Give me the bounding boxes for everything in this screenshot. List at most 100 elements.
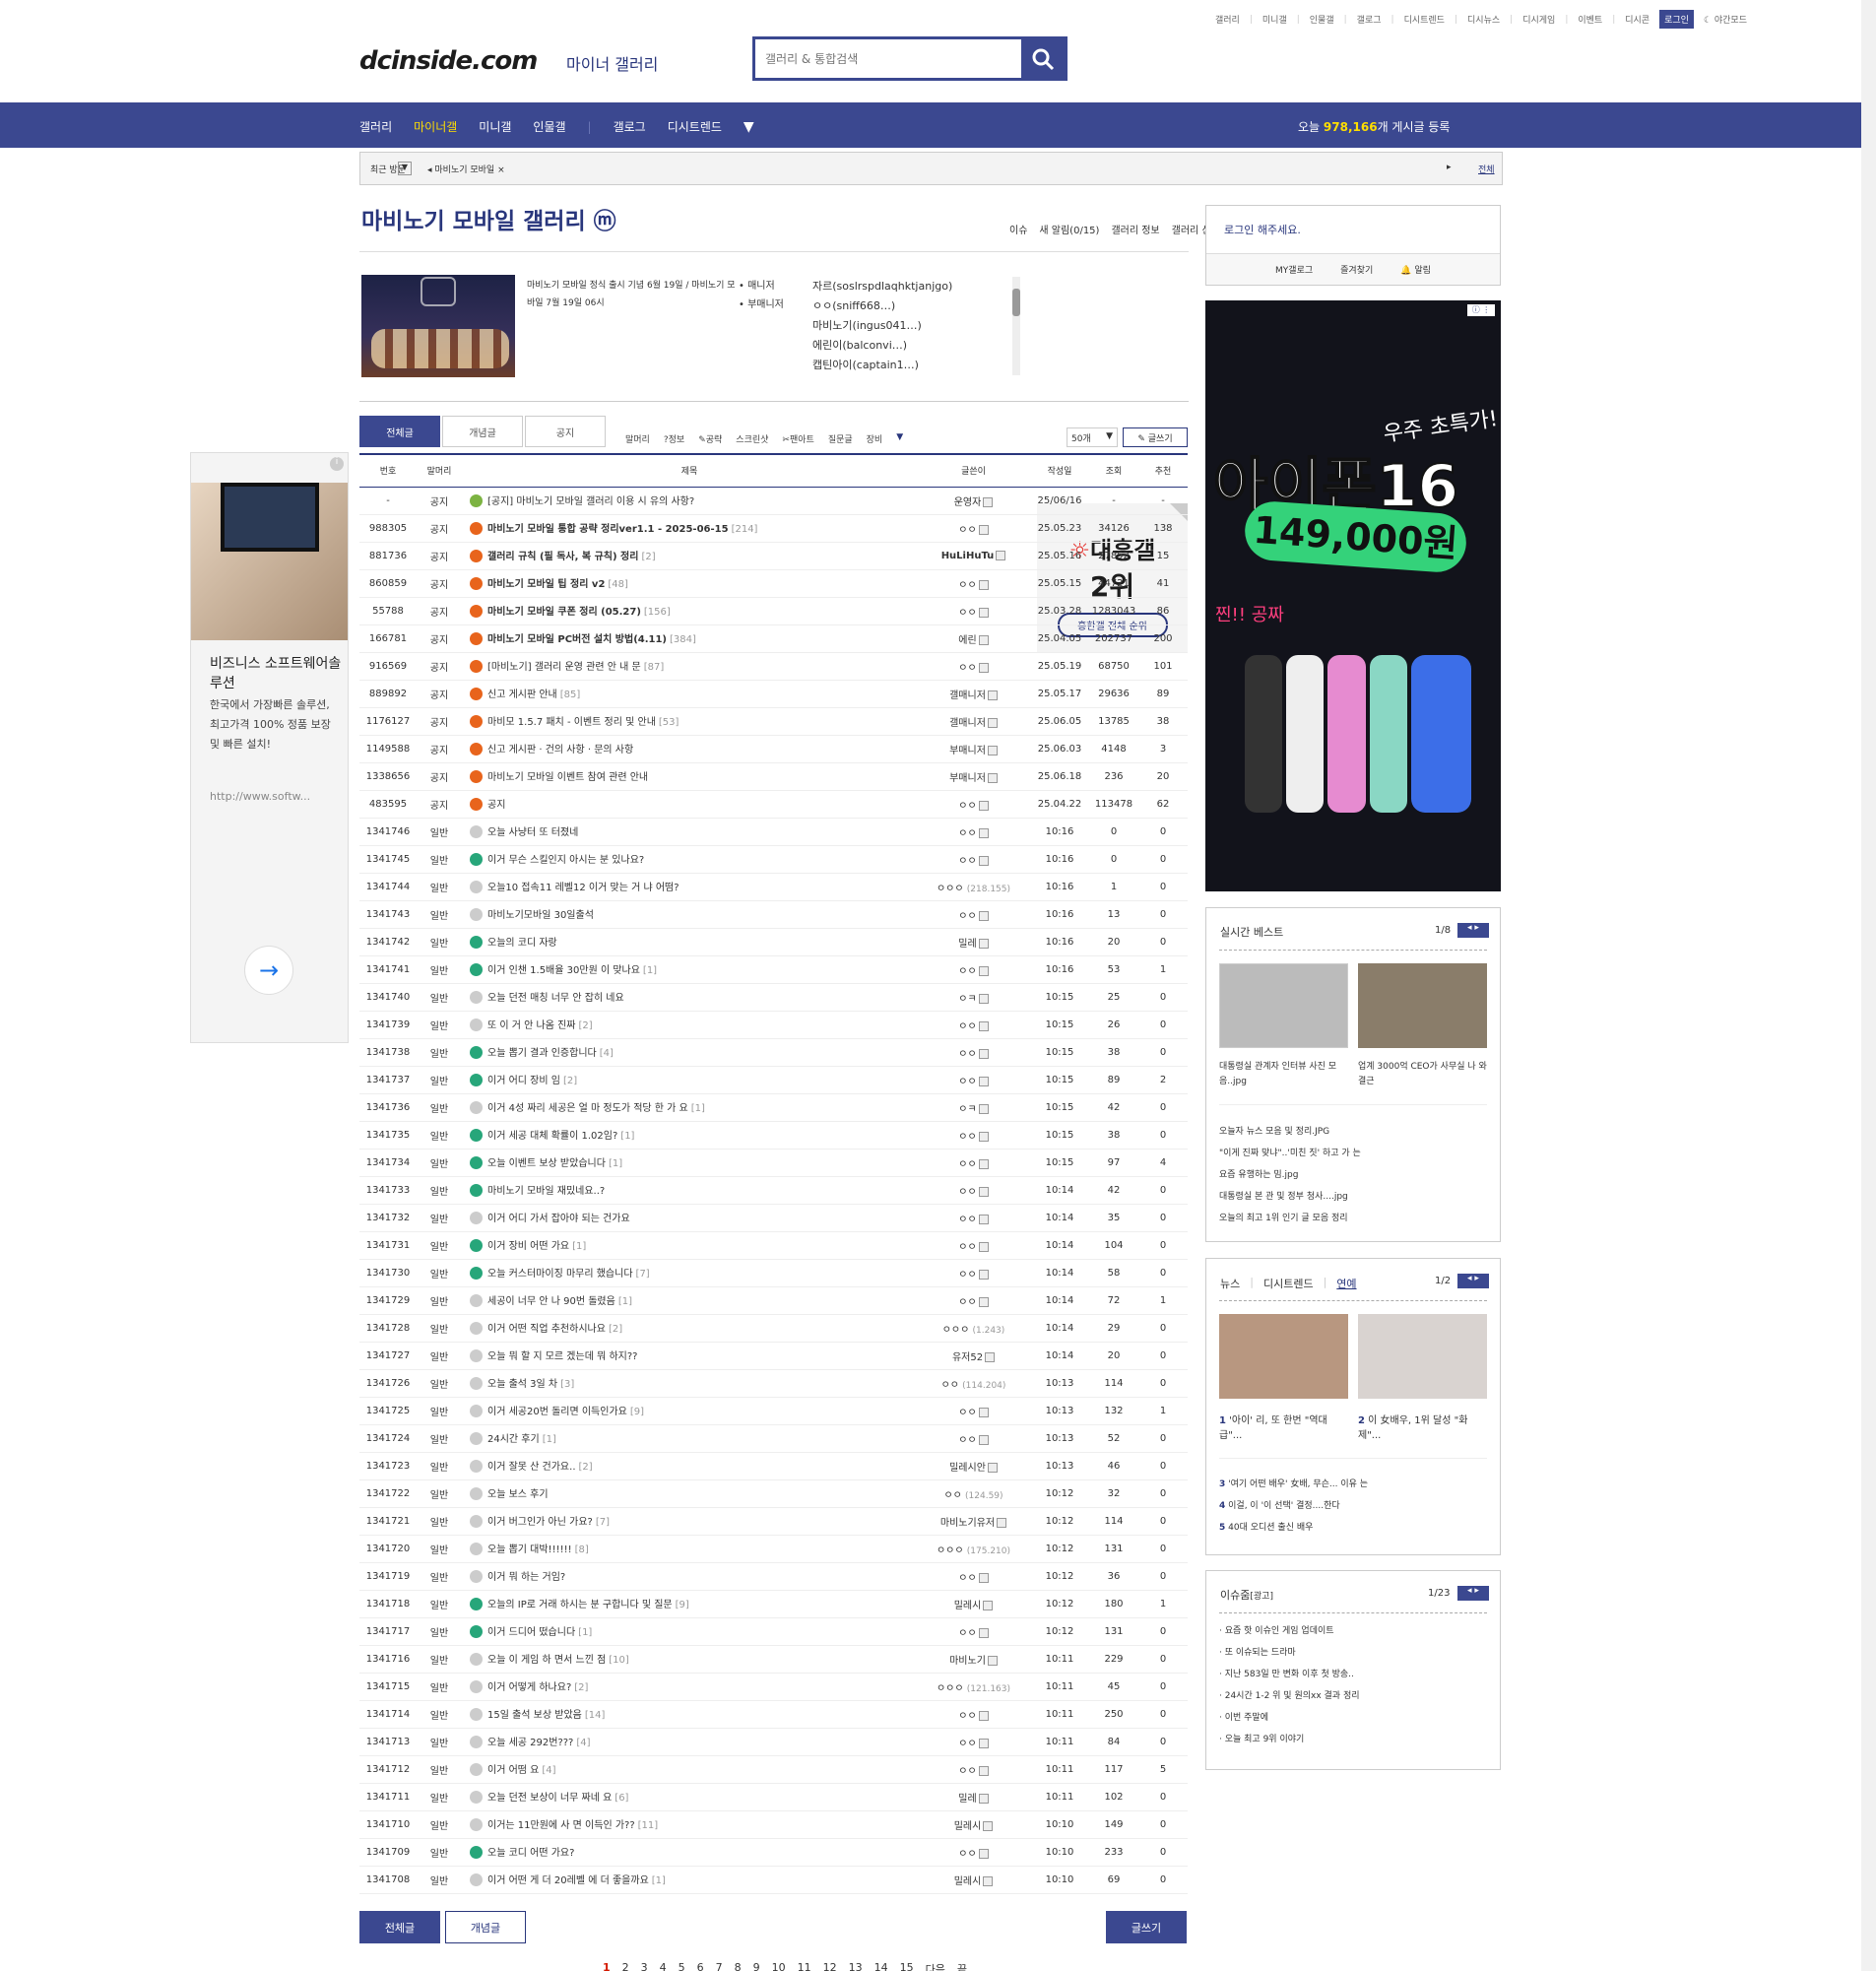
post-writer[interactable]: ㅇㅇ (124.59): [917, 1479, 1030, 1508]
writer-name[interactable]: ㅇㅇ: [958, 1766, 976, 1777]
post-writer[interactable]: 밀레: [917, 928, 1030, 956]
writer-name[interactable]: 에린: [958, 635, 976, 646]
post-subject[interactable]: 오늘10 접속11 레벨12 이거 맞는 거 냐 어떰?: [462, 873, 917, 901]
post-writer[interactable]: 갤매니저: [917, 680, 1030, 708]
table-row[interactable]: 1149588 공지 신고 게시판 · 건의 사항 · 문의 사항 부매니저 25.06…: [359, 735, 1188, 763]
news-item[interactable]: 이걸, 이 '이 선택' 결정....한다: [1228, 1501, 1340, 1511]
gallog-icon[interactable]: [978, 1241, 989, 1252]
writer-name[interactable]: ㅇㅇ: [958, 1297, 976, 1308]
post-subject[interactable]: [공지] 마비노기 모바일 갤러리 이용 시 유의 사항?: [462, 487, 917, 515]
favorites-link[interactable]: 즐겨찾기: [1340, 263, 1373, 276]
post-subject[interactable]: 갤러리 규칙 (필 독사, 복 규칙) 정리 [2]: [462, 542, 917, 570]
post-writer[interactable]: 밀레시안: [917, 1452, 1030, 1480]
post-title[interactable]: 오늘 던전 매칭 너무 안 잡히 네요: [487, 993, 624, 1004]
post-subject[interactable]: 오늘 보스 후기: [462, 1479, 917, 1508]
post-title[interactable]: 이거 무슨 스킬인지 아시는 분 있나요?: [487, 855, 644, 866]
top-menu-item[interactable]: 미니갤: [1262, 13, 1287, 26]
gallog-icon[interactable]: [978, 993, 989, 1004]
gallog-icon[interactable]: [978, 1738, 989, 1748]
post-subject[interactable]: 마비노기 모바일 통합 공략 정리ver1.1 - 2025-06-15 [214…: [462, 514, 917, 543]
panel-nav-arrows[interactable]: ◂ ▸: [1457, 1586, 1489, 1601]
post-writer[interactable]: 밀레시: [917, 1590, 1030, 1618]
post-subject[interactable]: 마비노기 모바일 재밌네요..?: [462, 1176, 917, 1205]
post-writer[interactable]: ㅇㅇㅇ (1.243): [917, 1314, 1030, 1343]
gallog-icon[interactable]: [987, 1655, 998, 1666]
post-writer[interactable]: ㅇㅇ: [917, 900, 1030, 929]
post-subject[interactable]: 이거 어떤 직업 추천하시나요 [2]: [462, 1314, 917, 1343]
post-title[interactable]: 오늘 사냥터 또 터졌네: [487, 827, 578, 838]
post-title[interactable]: 이거 어떰 요: [487, 1765, 539, 1776]
post-writer[interactable]: ㅇㅇ: [917, 1259, 1030, 1287]
page-link[interactable]: 10: [772, 1961, 786, 1971]
post-title[interactable]: 이거 세공20번 돌리면 이득인가요: [487, 1407, 627, 1417]
page-link[interactable]: 끝: [957, 1961, 967, 1971]
post-title[interactable]: 이거 어떤 직업 추천하시나요: [487, 1324, 606, 1335]
writer-name[interactable]: ㅇㅇ: [958, 1849, 976, 1860]
writer-name[interactable]: ㅇㅇ: [958, 1049, 976, 1060]
post-title[interactable]: 오늘 뽑기 결과 인증합니다: [487, 1048, 597, 1059]
gallog-icon[interactable]: [978, 855, 989, 866]
post-title[interactable]: 이거 드디어 떴습니다: [487, 1627, 575, 1638]
gallog-icon[interactable]: [978, 1076, 989, 1086]
post-subject[interactable]: 24시간 후기 [1]: [462, 1424, 917, 1453]
comment-count[interactable]: [1]: [618, 1296, 632, 1307]
page-link[interactable]: 13: [849, 1961, 863, 1971]
table-row[interactable]: 1341738 일반 오늘 뽑기 결과 인증합니다 [4] ㅇㅇ 10:15 38 0: [359, 1038, 1188, 1067]
writer-name[interactable]: ㅇㅇ: [958, 1628, 976, 1639]
table-row[interactable]: 1338656 공지 마비노기 모바일 이벤트 참여 관련 안내 부매니저 25.06.…: [359, 762, 1188, 791]
table-row[interactable]: 1341734 일반 오늘 이벤트 보상 받았습니다 [1] ㅇㅇ 10:15 97 4: [359, 1149, 1188, 1177]
comment-count[interactable]: [14]: [585, 1710, 606, 1721]
post-title[interactable]: 이거 인챈 1.5배율 30만원 이 맞나요: [487, 965, 640, 976]
writer-name[interactable]: ㅇㅇ: [958, 580, 976, 591]
post-title[interactable]: 오늘 보스 후기: [487, 1489, 549, 1500]
nav-item-active[interactable]: 마이너갤: [414, 118, 457, 135]
post-subject[interactable]: 오늘 이벤트 보상 받았습니다 [1]: [462, 1149, 917, 1177]
post-subject[interactable]: 이거 뭐 하는 거임?: [462, 1562, 917, 1591]
post-writer[interactable]: ㅇㅇ: [917, 1286, 1030, 1315]
post-writer[interactable]: ㅇㅇ: [917, 1700, 1030, 1729]
table-row[interactable]: 889892 공지 신고 게시판 안내 [85] 갤매니저 25.05.17 29636 89: [359, 680, 1188, 708]
page-link[interactable]: 2: [622, 1961, 629, 1971]
post-writer[interactable]: ㅇㅇ: [917, 514, 1030, 543]
writer-name[interactable]: ㅇㅇ: [958, 1739, 976, 1749]
post-writer[interactable]: ㅇㅋ: [917, 1093, 1030, 1122]
writer-name[interactable]: 밀레시: [954, 1876, 982, 1887]
news-tab-active[interactable]: 연예: [1336, 1276, 1356, 1291]
issue-item[interactable]: 지난 583일 만 변화 이후 첫 방송..: [1225, 1670, 1354, 1679]
comment-count[interactable]: [2]: [563, 1076, 577, 1086]
comment-count[interactable]: [48]: [608, 579, 628, 590]
post-writer[interactable]: 밀레: [917, 1783, 1030, 1811]
writer-name[interactable]: ㅇㅇ: [941, 1380, 959, 1391]
gallog-icon[interactable]: [983, 1820, 994, 1831]
post-writer[interactable]: ㅇㅇ: [917, 1397, 1030, 1425]
post-writer[interactable]: ㅇㅇ: [917, 955, 1030, 984]
best-thumb-caption[interactable]: 업계 3000억 CEO가 사무실 나 와 결근: [1358, 1060, 1487, 1089]
filter-item[interactable]: 말머리: [625, 432, 650, 445]
table-row[interactable]: 1341741 일반 이거 인챈 1.5배율 30만원 이 맞나요 [1] ㅇㅇ 10:1…: [359, 955, 1188, 984]
post-subject[interactable]: 신고 게시판 · 건의 사항 · 문의 사항: [462, 735, 917, 763]
post-writer[interactable]: ㅇㅇ: [917, 818, 1030, 846]
comment-count[interactable]: [1]: [543, 1434, 556, 1445]
top-menu-item[interactable]: 디시게임: [1522, 13, 1555, 26]
top-menu-item[interactable]: 디시뉴스: [1467, 13, 1500, 26]
post-writer[interactable]: ㅇㅇㅇ (121.163): [917, 1673, 1030, 1701]
gallog-icon[interactable]: [987, 717, 998, 728]
post-writer[interactable]: ㅇㅇ: [917, 1838, 1030, 1867]
post-title[interactable]: 마비노기 모바일 쿠폰 정리 (05.27): [487, 607, 641, 618]
gallog-icon[interactable]: [978, 1131, 989, 1142]
writer-name[interactable]: ㅇㅇ: [958, 1187, 976, 1198]
table-row[interactable]: 1341732 일반 이거 어디 가서 잡아야 되는 건가요 ㅇㅇ 10:14 35 0: [359, 1204, 1188, 1232]
comment-count[interactable]: [1]: [691, 1103, 705, 1114]
post-subject[interactable]: 이거 어디 장비 임 [2]: [462, 1066, 917, 1094]
post-subject[interactable]: 또 이 거 안 나옴 진짜 [2]: [462, 1011, 917, 1039]
writer-name[interactable]: ㅇㅇㅇ: [937, 1683, 964, 1694]
ad-info-icon[interactable]: ⓘ ⋮: [1467, 304, 1495, 316]
page-link[interactable]: 다음: [926, 1961, 945, 1971]
news-item[interactable]: 이 女배우, 1위 달성 "화제"...: [1358, 1415, 1467, 1441]
comment-count[interactable]: [87]: [644, 662, 665, 673]
writer-name[interactable]: ㅇㅇ: [958, 1711, 976, 1722]
comment-count[interactable]: [11]: [638, 1820, 659, 1831]
filter-item[interactable]: 스크린샷: [736, 432, 768, 445]
ad-banner[interactable]: ⓘ ⋮ 우주 초특가! 아이폰16 149,000원 찐!! 공짜: [1205, 300, 1501, 891]
left-side-ad[interactable]: i 비즈니스 소프트웨어솔루션 한국에서 가장빠른 솔루션, 최고가격 100%…: [190, 452, 349, 1043]
